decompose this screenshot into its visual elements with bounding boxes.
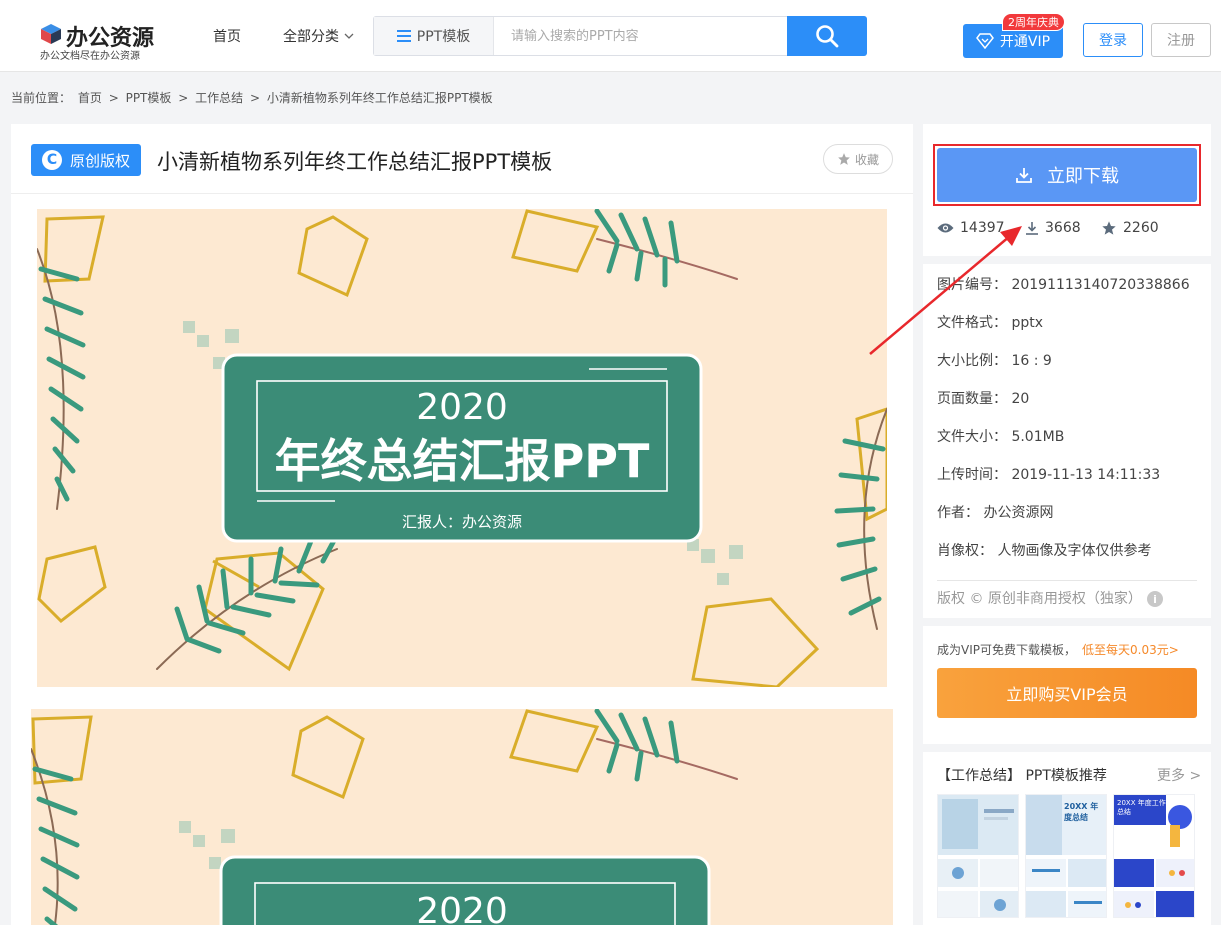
download-now-label: 立即下载: [1047, 166, 1119, 187]
login-button[interactable]: 登录: [1083, 23, 1143, 57]
star-icon: [1102, 221, 1116, 235]
stat-favorites: 2260: [1101, 220, 1159, 236]
search-button[interactable]: [787, 16, 867, 56]
downloads-count: 3668: [1045, 220, 1081, 236]
slide-headline: 年终总结汇报PPT: [274, 434, 650, 488]
breadcrumb-item-ppt[interactable]: PPT模板: [126, 91, 172, 105]
file-info-card: 图片编号： 20191113140720338866 文件格式： pptx 大小…: [923, 264, 1211, 618]
diamond-icon: [975, 33, 994, 49]
breadcrumb-separator: >: [108, 91, 119, 105]
recommend-thumb-2[interactable]: 20XX 年度总结: [1025, 794, 1107, 918]
search-icon: [816, 25, 839, 48]
info-row-format: 文件格式： pptx: [937, 315, 1044, 331]
recommend-card: 【工作总结】 PPT模板推荐 更多 > 20XX 年度总结 20XX 年度工作总…: [923, 752, 1211, 925]
star-icon: [838, 153, 850, 165]
info-icon[interactable]: i: [1147, 591, 1163, 607]
search-category-select[interactable]: PPT模板: [374, 17, 494, 55]
thumb-2-title: 20XX 年度总结: [1064, 802, 1099, 822]
vip-promo-text: 成为VIP可免费下载模板， 低至每天0.03元>: [937, 643, 1179, 657]
recommend-thumb-3[interactable]: 20XX 年度工作总结: [1113, 794, 1195, 918]
eye-icon: [937, 223, 954, 233]
breadcrumb-item-summary[interactable]: 工作总结: [195, 91, 243, 105]
anniversary-badge: 2周年庆典: [1002, 13, 1065, 31]
slide-year: 2020: [416, 387, 508, 428]
open-vip-label: 开通VIP: [999, 34, 1051, 50]
info-row-pages: 页面数量： 20: [937, 391, 1030, 407]
nav-home[interactable]: 首页: [213, 26, 241, 46]
thumb-1-artwork: [938, 795, 1018, 917]
vip-promo-card: 成为VIP可免费下载模板， 低至每天0.03元> 立即购买VIP会员: [923, 626, 1211, 744]
info-row-ratio: 大小比例： 16 : 9: [937, 353, 1052, 369]
download-count-icon: [1026, 222, 1038, 235]
favorite-button[interactable]: 收藏: [823, 144, 893, 174]
download-card: 立即下载 14397 3668 2260: [923, 124, 1211, 256]
nav-categories[interactable]: 全部分类: [283, 26, 355, 46]
download-icon: [1016, 168, 1032, 183]
favorite-label: 收藏: [854, 152, 879, 167]
site-logo[interactable]: 办公资源 办公文档尽在办公资源: [40, 20, 154, 62]
breadcrumb: 当前位置： 首页 > PPT模板 > 工作总结 > 小清新植物系列年终工作总结汇…: [11, 89, 496, 106]
license-text: 版权 © 原创非商用授权（独家）: [937, 591, 1142, 607]
download-now-button[interactable]: 立即下载: [937, 148, 1197, 202]
recommend-title: 【工作总结】 PPT模板推荐: [937, 768, 1107, 784]
info-divider: [937, 580, 1197, 581]
thumb-3-title: 20XX 年度工作总结: [1117, 799, 1166, 816]
title-bar: C 原创版权 小清新植物系列年终工作总结汇报PPT模板 收藏: [11, 124, 913, 194]
copyright-c-icon: C: [41, 150, 62, 170]
chevron-down-icon: [344, 33, 354, 39]
stat-downloads: 3668: [1025, 220, 1081, 236]
stat-views: 14397: [937, 220, 1005, 236]
slide-preview-2: 2020: [31, 709, 893, 925]
info-row-upload-time: 上传时间： 2019-11-13 14:11:33: [937, 467, 1161, 483]
register-button[interactable]: 注册: [1151, 23, 1211, 57]
breadcrumb-separator: >: [249, 91, 261, 105]
favorites-count: 2260: [1123, 220, 1159, 236]
breadcrumb-prefix: 当前位置：: [11, 91, 72, 105]
breadcrumb-item-home[interactable]: 首页: [78, 91, 102, 105]
buy-vip-button[interactable]: 立即购买VIP会员: [937, 668, 1197, 718]
views-count: 14397: [960, 220, 1005, 236]
search-input[interactable]: [495, 17, 787, 55]
slide-2-year: 2020: [416, 891, 508, 925]
vip-price-link[interactable]: 低至每天0.03元>: [1082, 643, 1179, 657]
logo-cube-icon: [41, 24, 61, 44]
page-title: 小清新植物系列年终工作总结汇报PPT模板: [157, 150, 553, 174]
logo-subtitle: 办公文档尽在办公资源: [40, 51, 140, 62]
recommend-more-link[interactable]: 更多 >: [1157, 765, 1201, 785]
info-row-size: 文件大小： 5.01MB: [937, 429, 1065, 445]
top-header: 办公资源 办公文档尽在办公资源 首页 全部分类 PPT模板 开通VIP 2周年庆…: [0, 0, 1221, 72]
breadcrumb-separator: >: [178, 91, 189, 105]
slide-preview-1: 2020 年终总结汇报PPT 汇报人：办公资源: [37, 209, 887, 687]
recommend-thumb-1[interactable]: [937, 794, 1019, 918]
search-category-label: PPT模板: [416, 29, 471, 45]
original-copyright-badge: C 原创版权: [31, 144, 141, 176]
menu-icon: [396, 30, 411, 42]
nav-categories-label: 全部分类: [283, 29, 339, 45]
breadcrumb-item-current: 小清新植物系列年终工作总结汇报PPT模板: [266, 91, 493, 105]
download-stats: 14397 3668 2260: [937, 220, 1197, 240]
slide-reporter: 汇报人：办公资源: [401, 513, 522, 531]
info-row-portrait-rights: 肖像权： 人物画像及字体仅供参考: [937, 543, 1152, 559]
info-row-id: 图片编号： 20191113140720338866: [937, 277, 1190, 293]
search-bar: PPT模板: [373, 16, 867, 56]
template-detail-card: C 原创版权 小清新植物系列年终工作总结汇报PPT模板 收藏 2020 年终总结…: [11, 124, 913, 925]
original-badge-label: 原创版权: [69, 151, 130, 170]
info-row-author: 作者： 办公资源网: [937, 505, 1054, 521]
